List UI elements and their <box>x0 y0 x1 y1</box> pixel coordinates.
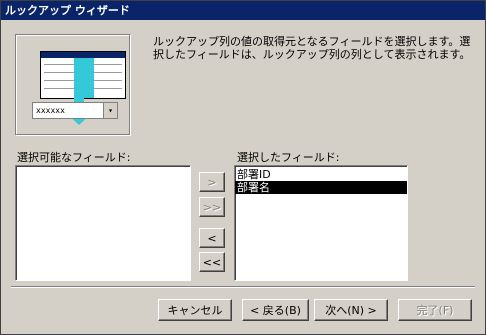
cancel-button[interactable]: キャンセル <box>158 299 232 321</box>
selected-fields-list[interactable]: 部署ID 部署名 <box>234 165 408 281</box>
finish-button[interactable]: 完了(F) <box>398 299 472 321</box>
selected-field-item[interactable]: 部署名 <box>235 181 407 194</box>
add-field-button[interactable]: > <box>199 172 225 192</box>
highlighted-column <box>74 58 94 98</box>
available-fields-list[interactable] <box>15 165 191 281</box>
table-grid-picture <box>40 51 126 99</box>
wizard-illustration: xxxxxx ▾ <box>15 34 130 135</box>
lookup-wizard-window: ルックアップ ウィザード xxxxxx ▾ ルックアップ列の値の取得元となるフィ… <box>0 0 486 335</box>
remove-all-fields-button[interactable]: << <box>199 252 225 272</box>
combo-box-picture: xxxxxx ▾ <box>32 102 118 119</box>
title-bar: ルックアップ ウィザード <box>1 1 485 20</box>
instructions-text: ルックアップ列の値の取得元となるフィールドを選択します。選択したフィールドは、ル… <box>153 35 471 61</box>
available-fields-label: 選択可能なフィールド: <box>17 151 131 164</box>
back-button[interactable]: < 戻る(B) <box>242 299 309 321</box>
combo-picture-text: xxxxxx <box>36 106 65 115</box>
selected-field-item[interactable]: 部署ID <box>235 168 407 181</box>
selected-fields-label: 選択したフィールド: <box>237 151 340 164</box>
combo-dropdown-icon: ▾ <box>103 103 117 118</box>
add-all-fields-button[interactable]: >> <box>199 197 225 217</box>
footer-separator <box>11 286 475 288</box>
next-button[interactable]: 次へ(N) > <box>314 299 388 321</box>
remove-field-button[interactable]: < <box>199 228 225 248</box>
